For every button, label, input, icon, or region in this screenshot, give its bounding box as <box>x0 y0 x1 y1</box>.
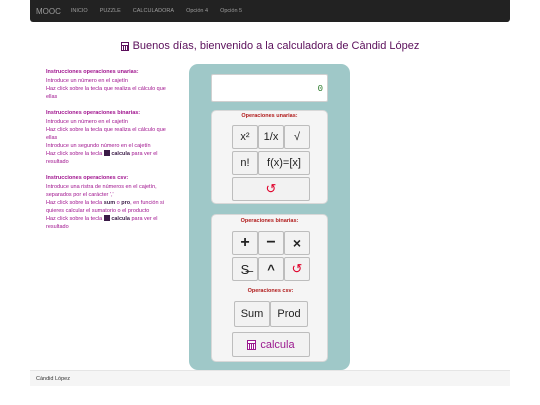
reset-binary-button[interactable]: ↺ <box>284 257 310 281</box>
calculator-icon <box>103 150 110 156</box>
unary-panel-heading: Operaciones unarias: <box>241 113 298 119</box>
floor-function-button[interactable]: f(x)=[x] <box>258 151 310 175</box>
unary-instructions: Instrucciones operaciones unarias: Intro… <box>46 68 166 101</box>
sqrt-button[interactable]: √ <box>284 125 310 149</box>
nav-item-inicio[interactable]: INICIO <box>71 8 88 14</box>
multiply-button[interactable]: × <box>284 231 310 255</box>
unary-step-1: Introduce un número en el cajetín <box>46 78 128 84</box>
undo-icon: ↺ <box>291 261 303 276</box>
strikethrough-s-button[interactable]: S̶ <box>232 257 258 281</box>
undo-icon: ↺ <box>265 181 277 196</box>
binary-panel-heading: Operaciones binarias: <box>240 218 299 224</box>
binary-step-4-calcula: calcula <box>111 151 130 157</box>
binary-step-3: Introduce un segundo número en el cajetí… <box>46 143 151 149</box>
square-button[interactable]: x² <box>232 125 258 149</box>
binary-step-1: Introduce un número en el cajetín <box>46 119 128 125</box>
reciprocal-button[interactable]: 1/x <box>258 125 284 149</box>
csv-step-2-mid: o <box>116 200 120 206</box>
csv-step-3-calcula: calcula <box>111 216 130 222</box>
subtract-button[interactable]: − <box>258 231 284 255</box>
csv-heading: Instrucciones operaciones csv: <box>46 175 129 181</box>
page-title-text: Buenos días, bienvenido a la calculadora… <box>132 40 420 52</box>
footer: Càndid López <box>30 370 510 386</box>
navbar-brand[interactable]: MOOC <box>36 7 61 16</box>
csv-step-2-prefix: Haz click sobre la tecla <box>46 200 103 206</box>
page-title: Buenos días, bienvenido a la calculadora… <box>0 40 540 52</box>
csv-step-2: Haz click sobre la tecla sum o pro, en f… <box>46 199 166 215</box>
csv-panel-heading: Operaciones csv: <box>247 288 294 294</box>
binary-panel: Operaciones binarias: + − × S̶ ^ ↺ Opera… <box>211 214 328 362</box>
instructions-panel: Instrucciones operaciones unarias: Intro… <box>46 68 166 239</box>
footer-author: Càndid López <box>36 375 70 382</box>
nav-item-opcion-4[interactable]: Opción 4 <box>186 8 208 14</box>
binary-step-4: Haz click sobre la tecla calcula para ve… <box>46 150 166 166</box>
calculator-icon <box>103 215 110 221</box>
calcula-button[interactable]: calcula <box>232 332 310 357</box>
sum-button[interactable]: Sum <box>234 301 270 327</box>
csv-step-3-prefix: Haz click sobre la tecla <box>46 216 103 222</box>
binary-instructions: Instrucciones operaciones binarias: Intr… <box>46 109 166 166</box>
csv-step-3: Haz click sobre la tecla calcula para ve… <box>46 215 166 231</box>
calculator-icon <box>247 339 257 350</box>
calcula-label: calcula <box>260 338 295 351</box>
add-button[interactable]: + <box>232 231 258 255</box>
nav-item-calculadora[interactable]: CALCULADORA <box>133 8 174 14</box>
prod-button[interactable]: Prod <box>270 301 308 327</box>
unary-panel: Operaciones unarias: x² 1/x √ n! f(x)=[x… <box>211 110 328 204</box>
nav-item-opcion-5[interactable]: Opción 5 <box>220 8 242 14</box>
csv-step-2-prod: pro <box>121 200 131 206</box>
unary-heading: Instrucciones operaciones unarias: <box>46 69 139 75</box>
display-input[interactable]: 0 <box>211 74 328 102</box>
power-button[interactable]: ^ <box>258 257 284 281</box>
nav-item-puzzle[interactable]: PUZZLE <box>100 8 121 14</box>
top-navbar: MOOC INICIO PUZZLE CALCULADORA Opción 4 … <box>30 0 510 22</box>
unary-step-2: Haz click sobre la tecla que realiza el … <box>46 86 166 100</box>
binary-step-4-prefix: Haz click sobre la tecla <box>46 151 103 157</box>
binary-step-2: Haz click sobre la tecla que realiza el … <box>46 127 166 141</box>
factorial-button[interactable]: n! <box>232 151 258 175</box>
csv-step-1: Introduce una ristra de números en el ca… <box>46 184 157 198</box>
reset-unary-button[interactable]: ↺ <box>232 177 310 201</box>
csv-step-2-sum: sum <box>103 200 116 206</box>
csv-instructions: Instrucciones operaciones csv: Introduce… <box>46 174 166 231</box>
calculator: 0 Operaciones unarias: x² 1/x √ n! f(x)=… <box>189 64 350 370</box>
calculator-icon <box>120 41 129 51</box>
binary-heading: Instrucciones operaciones binarias: <box>46 110 141 116</box>
